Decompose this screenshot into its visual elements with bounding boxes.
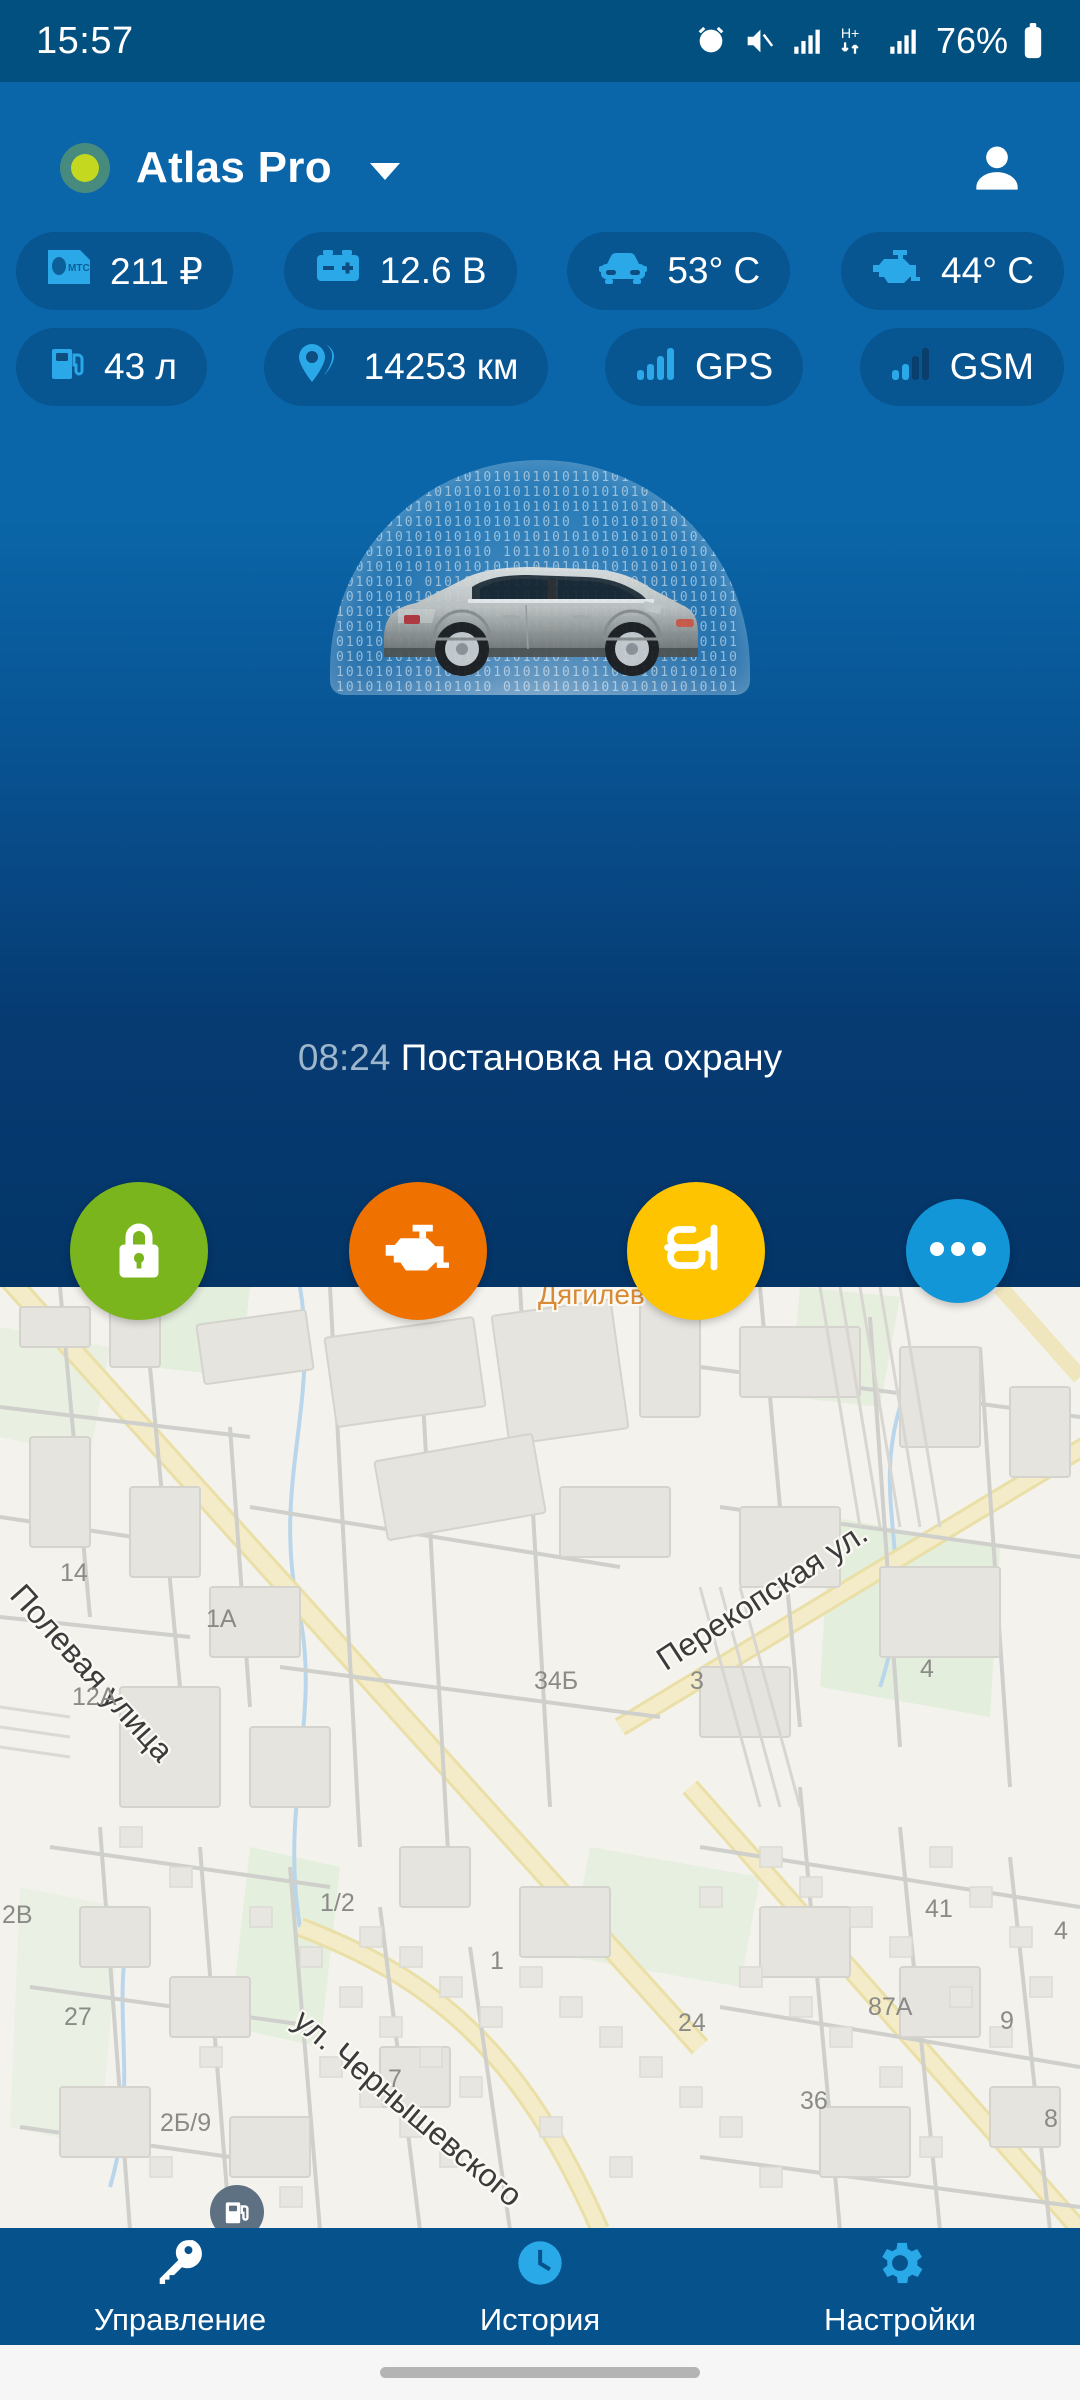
chip-gsm-value: GSM [949,346,1034,387]
svg-text:MTC: MTC [68,263,90,274]
system-gesture-bar [0,2345,1080,2400]
account-avatar-icon[interactable] [966,138,1028,205]
house-number: 4 [1054,1917,1068,1945]
house-number: 7 [388,2065,402,2093]
signal-bars-icon [790,24,824,58]
chip-gps-value: GPS [694,346,774,387]
status-bar-clock: 15:57 [36,19,134,62]
house-number: 14 [60,1559,88,1587]
house-number: 1 [490,1947,504,1975]
app-root: 15:57 H+ 76% Atlas Pro MTC 211 ₽ 12.6 В … [0,0,1080,2400]
fuel-station-icon[interactable] [210,2185,264,2230]
house-number: 34Б [534,1667,579,1695]
device-selector[interactable]: Atlas Pro [60,143,400,193]
engine-icon [871,248,923,295]
chip-balance[interactable]: MTC 211 ₽ [16,232,233,310]
hplus-data-icon: H+ [838,24,872,58]
arm-lock-button[interactable] [70,1182,209,1320]
svg-text:H+: H+ [841,26,860,42]
chip-cabin-temp[interactable]: 53° C [567,232,791,310]
battery-percent-label: 76% [935,20,1008,61]
chip-engine-temp-value: 44° C [941,250,1034,291]
vehicle-illustration: 1010010110101010101010101101010101010101… [330,460,750,695]
house-number: 1А [206,1605,237,1633]
vehicle-panel: Atlas Pro MTC 211 ₽ 12.6 В 53° C 44° C 4… [0,82,1080,1287]
padlock-icon [108,1216,170,1287]
house-number: 36 [800,2087,828,2115]
tab-settings[interactable]: Настройки [720,2228,1080,2345]
house-number: 3 [690,1667,704,1695]
house-number: 8 [1044,2105,1058,2133]
vehicle-status: 08:24 Постановка на охрану [0,1037,1080,1079]
alarm-icon [694,24,728,58]
chip-fuel-value: 43 л [104,346,178,387]
tab-history[interactable]: История [360,2228,720,2345]
house-number: 87А [868,1993,913,2021]
tab-history-label: История [479,2302,601,2337]
tab-control[interactable]: Управление [0,2228,360,2345]
more-button[interactable] [905,1199,1010,1303]
gear-icon [872,2235,928,2296]
house-number: 9 [1000,2007,1014,2035]
house-number: 27 [64,2003,92,2031]
status-bar: 15:57 H+ 76% [0,0,1080,82]
page-title: Atlas Pro [136,143,332,192]
gsm-signal-icon [890,344,932,391]
house-number: 12А [72,1683,117,1711]
house-number: 2Б/9 [160,2109,212,2137]
chip-fuel[interactable]: 43 л [16,328,208,406]
chevron-down-icon[interactable] [369,162,400,180]
chip-mileage-value: 14253 км [363,346,519,387]
tab-settings-label: Настройки [823,2302,976,2337]
engine-icon [383,1221,453,1282]
tab-control-label: Управление [93,2302,267,2337]
vehicle-status-text: Постановка на охрану [400,1037,783,1078]
car-side-illustration [384,567,698,676]
gps-signal-icon [635,344,677,391]
house-number: 4 [920,1655,934,1683]
clock-icon [512,2235,568,2296]
chip-voltage-value: 12.6 В [379,250,487,291]
horn-button[interactable] [627,1182,766,1320]
house-number: 41 [925,1895,953,1923]
protection-dome-icon: 1010010110101010101010101101010101010101… [330,460,750,695]
chip-cabin-temp-value: 53° C [667,250,761,291]
chip-gsm[interactable]: GSM [859,328,1064,406]
engine-start-button[interactable] [348,1182,487,1320]
telemetry-chips: MTC 211 ₽ 12.6 В 53° C 44° C 43 л 14253 … [0,232,1080,424]
house-number: 24 [678,2009,706,2037]
vehicle-status-time: 08:24 [297,1037,391,1078]
key-icon [152,2235,208,2296]
chip-engine-temp[interactable]: 44° C [841,232,1064,310]
location-pins-icon [294,342,346,393]
chip-gps[interactable]: GPS [604,328,804,406]
battery-icon [1022,23,1044,59]
chip-voltage[interactable]: 12.6 В [283,232,517,310]
mute-icon [742,24,776,58]
connection-status-dot-icon [60,143,110,193]
chip-balance-value: 211 ₽ [110,250,203,292]
app-header: Atlas Pro [0,118,1080,218]
house-number: 2В [2,1901,33,1929]
ellipsis-icon [927,1239,989,1264]
car-battery-icon [314,248,362,295]
bottom-navigation: Управление История Настройки [0,2228,1080,2345]
chip-mileage[interactable]: 14253 км [263,328,549,406]
car-front-icon [597,248,649,295]
mts-sim-icon: MTC [46,248,92,295]
house-number: 1/2 [320,1889,355,1917]
signal-bars-2-icon [886,24,920,58]
map-view[interactable]: Полевая улица Перекопская ул. ул. Черныш… [0,1287,1080,2230]
horn-icon [661,1219,731,1284]
fuel-pump-icon [46,343,86,392]
quick-actions [0,1182,1080,1322]
gesture-pill[interactable] [380,2367,700,2378]
